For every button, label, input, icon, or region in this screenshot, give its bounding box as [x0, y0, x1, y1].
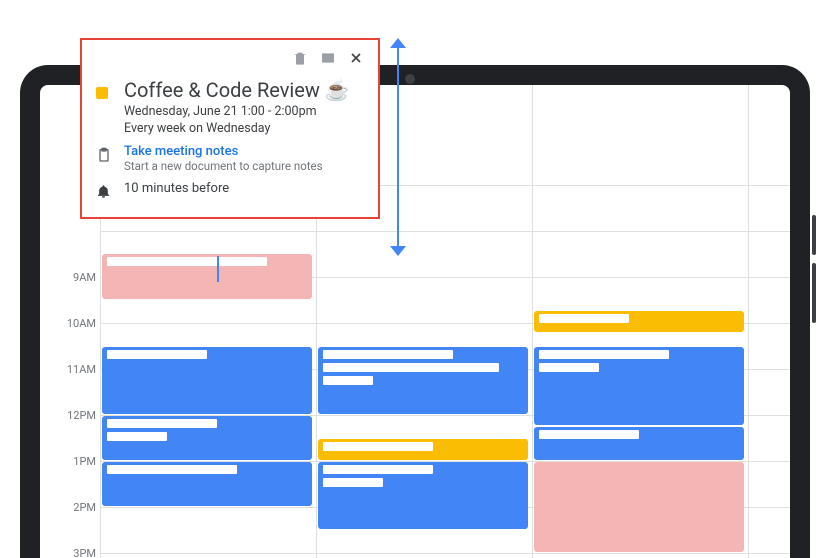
resize-arrow-indicator: [390, 38, 406, 256]
event-datetime: Wednesday, June 21 1:00 - 2:00pm: [124, 104, 350, 119]
calendar-event[interactable]: [318, 462, 528, 529]
calendar-event[interactable]: [318, 439, 528, 460]
event-title: Coffee & Code Review ☕: [124, 78, 350, 102]
event-details-popup: Coffee & Code Review ☕ Wednesday, June 2…: [80, 38, 380, 219]
mail-icon[interactable]: [320, 50, 336, 70]
time-label: 12PM: [46, 409, 96, 422]
time-label: 2PM: [46, 501, 96, 514]
tablet-camera: [405, 74, 415, 84]
calendar-event[interactable]: [534, 462, 744, 552]
close-icon[interactable]: [348, 50, 364, 70]
callout-connector: [217, 256, 219, 282]
calendar-event[interactable]: [102, 254, 312, 299]
time-label: 3PM: [46, 547, 96, 558]
calendar-event[interactable]: [534, 427, 744, 460]
calendar-event[interactable]: [318, 347, 528, 414]
event-recurrence: Every week on Wednesday: [124, 121, 350, 136]
time-label: 10AM: [46, 317, 96, 330]
time-label: 9AM: [46, 271, 96, 284]
calendar-event[interactable]: [534, 311, 744, 332]
take-notes-link[interactable]: Take meeting notes: [124, 144, 323, 159]
calendar-event[interactable]: [102, 347, 312, 414]
tablet-side-button: [812, 263, 816, 323]
event-reminder: 10 minutes before: [124, 181, 229, 196]
tablet-side-button: [812, 215, 816, 255]
take-notes-subtext: Start a new document to capture notes: [124, 159, 323, 173]
bell-icon: [96, 184, 111, 203]
time-label: 11AM: [46, 363, 96, 376]
time-label: 1PM: [46, 455, 96, 468]
calendar-event[interactable]: [102, 462, 312, 506]
clipboard-icon: [96, 147, 112, 167]
event-color-swatch: [96, 87, 108, 99]
calendar-event[interactable]: [534, 347, 744, 425]
trash-icon[interactable]: [292, 50, 308, 70]
calendar-event[interactable]: [102, 416, 312, 460]
